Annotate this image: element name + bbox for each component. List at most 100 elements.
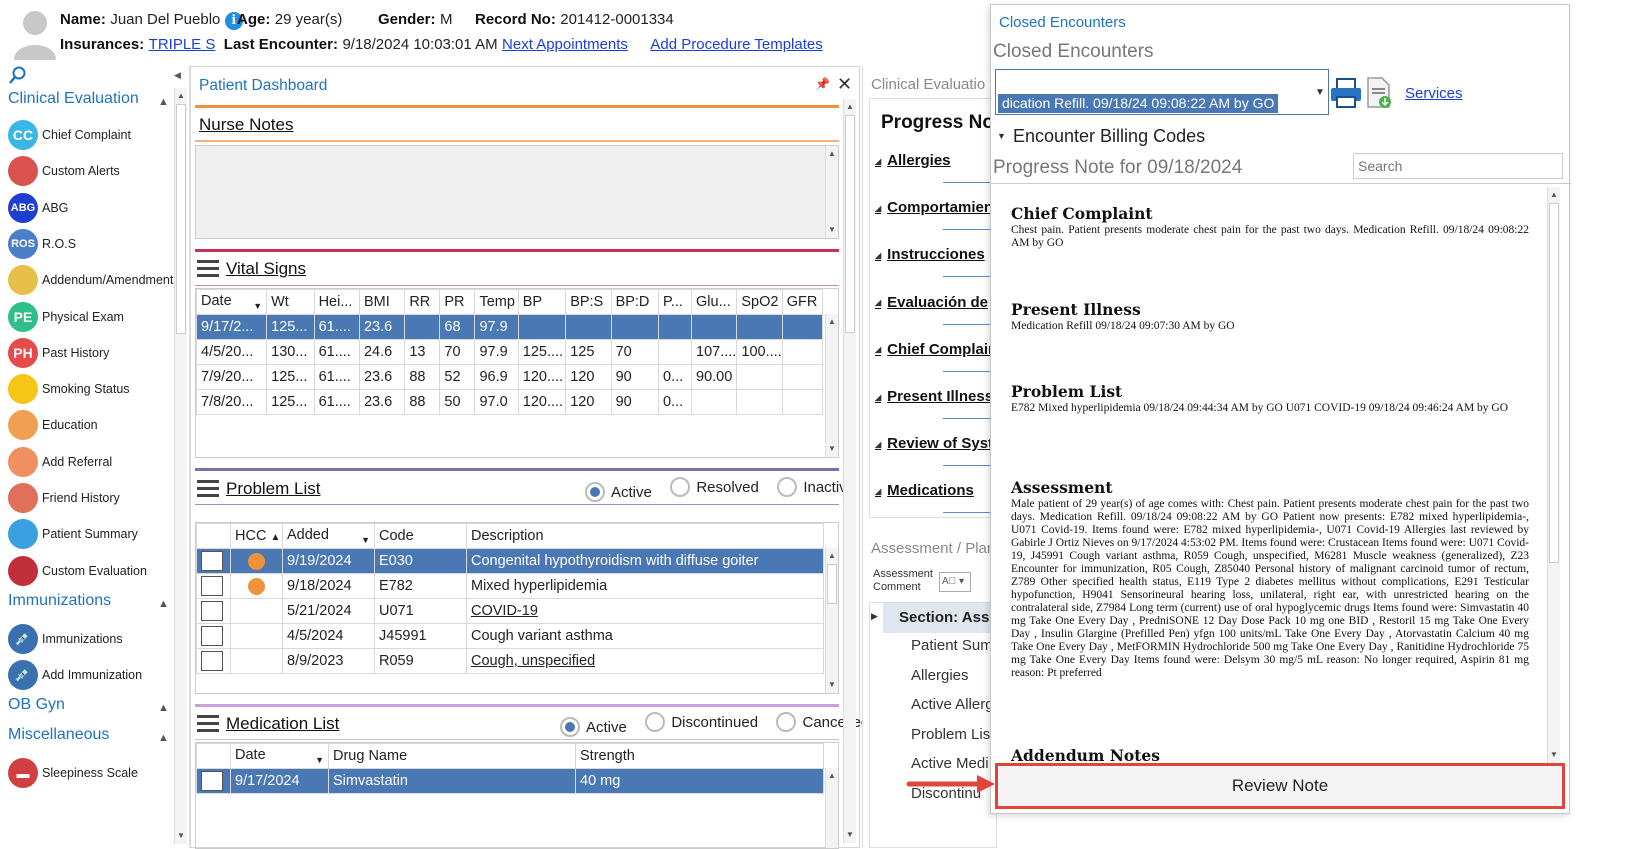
assessment-sub-item[interactable]: Allergies (911, 667, 969, 684)
progress-note-section[interactable]: Instrucciones (875, 246, 985, 263)
scroll-up-icon[interactable]: ▲ (826, 316, 838, 328)
row-checkbox[interactable] (201, 601, 223, 621)
scroll-up-icon[interactable]: ▲ (175, 90, 187, 102)
note-scrollbar[interactable]: ▲ ▼ (1547, 187, 1560, 763)
column-header-vitals[interactable]: RR (404, 289, 441, 315)
row-checkbox[interactable] (201, 576, 223, 596)
column-header-vitals[interactable]: BP:D (610, 289, 660, 315)
collapse-icon[interactable]: ▼ (997, 131, 1006, 141)
scroll-down-icon[interactable]: ▼ (175, 830, 187, 842)
services-link[interactable]: Services (1405, 85, 1463, 102)
column-header-vitals[interactable]: PR (439, 289, 476, 315)
scroll-down-icon[interactable]: ▼ (844, 829, 856, 841)
table-row[interactable]: 4/5/20... 130... 61.... 24.6 13 70 97.9 125....… (196, 339, 824, 365)
scroll-up-icon[interactable]: ▲ (826, 770, 838, 782)
vital-signs-menu-icon[interactable] (197, 260, 219, 278)
row-checkbox[interactable] (201, 551, 223, 571)
section-row[interactable]: Section: Ass (883, 603, 997, 633)
sidebar-item-abg[interactable]: ABG ABG (8, 191, 183, 225)
pin-icon[interactable]: 📌 (815, 77, 830, 91)
sidebar-item-physical-exam[interactable]: PE Physical Exam (8, 300, 183, 334)
sidebar-item-education[interactable]: Education (8, 408, 183, 442)
sidebar-item-immunizations[interactable]: 💉 Immunizations (8, 622, 183, 656)
printer-icon[interactable] (1329, 77, 1363, 109)
column-header-vitals[interactable]: Glu... (690, 289, 738, 315)
nurse-notes-scrollbar[interactable]: ▲ ▼ (825, 146, 838, 238)
column-header-date[interactable]: Date ▼ (230, 743, 329, 769)
table-row[interactable]: 5/21/2024 U071 COVID-19 (196, 598, 824, 624)
progress-note-section[interactable]: Comportamien (875, 199, 993, 216)
assessment-sub-item[interactable]: Active Medi (911, 755, 989, 772)
table-row[interactable]: 7/8/20... 125... 61.... 23.6 88 50 97.0 120....… (196, 389, 824, 415)
problem-list-menu-icon[interactable] (197, 480, 219, 498)
description-cell[interactable]: COVID-19 (466, 598, 824, 624)
section-ob-gyn[interactable]: OB Gyn (8, 696, 65, 714)
chevron-up-icon[interactable]: ▲ (158, 96, 169, 108)
med-filter-active-radio[interactable]: Active (560, 717, 627, 737)
chevron-up-icon[interactable]: ▲ (158, 732, 169, 744)
row-checkbox[interactable] (201, 626, 223, 646)
assessment-comment-dropdown[interactable]: A⃞ ▾ (939, 572, 971, 592)
column-header-vitals[interactable]: GFR (781, 289, 824, 315)
problem-scrollbar[interactable]: ▲ ▼ (825, 548, 838, 693)
close-icon[interactable]: ✕ (837, 74, 852, 95)
table-row[interactable]: 4/5/2024 J45991 Cough variant asthma (196, 623, 824, 649)
insurance-link[interactable]: TRIPLE S (149, 36, 216, 53)
table-row[interactable]: 9/17/2024 Simvastatin 40 mg (196, 768, 824, 794)
section-clinical-evaluation[interactable]: Clinical Evaluation (8, 90, 139, 108)
column-header-vitals[interactable]: P... (658, 289, 692, 315)
column-header-strength[interactable]: Strength (575, 743, 824, 769)
sidebar-item-addendum-amendments[interactable]: Addendum/Amendments (8, 263, 183, 297)
progress-note-section[interactable]: Review of Syst (875, 435, 993, 452)
column-header-vitals[interactable]: BP:S (565, 289, 612, 315)
next-appointments-link[interactable]: Next Appointments (502, 36, 628, 53)
filter-resolved-radio[interactable]: Resolved (670, 477, 759, 497)
section-immunizations[interactable]: Immunizations (8, 592, 111, 610)
sidebar-item-add-referral[interactable]: Add Referral (8, 445, 183, 479)
column-header-code[interactable]: Code (374, 523, 467, 549)
medication-list-menu-icon[interactable] (197, 715, 219, 733)
table-row[interactable]: 8/9/2023 R059 Cough, unspecified (196, 648, 824, 674)
description-cell[interactable]: Cough, unspecified (466, 648, 824, 674)
progress-note-section[interactable]: Medications (875, 482, 974, 499)
document-download-icon[interactable] (1365, 77, 1393, 109)
scroll-down-icon[interactable]: ▼ (826, 224, 838, 236)
chevron-up-icon[interactable]: ▲ (158, 598, 169, 610)
column-header-added[interactable]: Added ▼ (282, 523, 375, 549)
scroll-thumb[interactable] (1549, 203, 1559, 563)
expand-icon[interactable]: ▶ (871, 611, 878, 622)
scroll-thumb[interactable] (827, 564, 837, 604)
vitals-scrollbar[interactable]: ▲ ▼ (825, 314, 838, 457)
scroll-up-icon[interactable]: ▲ (1548, 189, 1560, 201)
column-header-vitals[interactable]: Temp (474, 289, 519, 315)
scroll-thumb[interactable] (845, 115, 855, 333)
sidebar-item-past-history[interactable]: PH Past History (8, 336, 183, 370)
table-row[interactable]: 7/9/20... 125... 61.... 23.6 88 52 96.9 120....… (196, 364, 824, 390)
section-miscellaneous[interactable]: Miscellaneous (8, 726, 109, 744)
column-header-vitals[interactable]: Hei... (313, 289, 360, 315)
med-filter-discontinued-radio[interactable]: Discontinued (645, 712, 758, 732)
table-row[interactable]: 9/18/2024 E782 Mixed hyperlipidemia (196, 573, 824, 599)
scroll-up-icon[interactable]: ▲ (826, 148, 838, 160)
filter-active-radio[interactable]: Active (585, 482, 652, 502)
column-header-vitals[interactable]: SpO2 (736, 289, 783, 315)
sidebar-item-smoking-status[interactable]: Smoking Status (8, 372, 183, 406)
assessment-sub-item[interactable]: Patient Sum (911, 637, 993, 654)
progress-note-section[interactable]: Present Illness (875, 388, 993, 405)
progress-note-section[interactable]: Evaluación de (875, 294, 988, 311)
scroll-down-icon[interactable]: ▼ (826, 443, 838, 455)
collapse-sidebar-icon[interactable]: ◀ (174, 70, 181, 81)
table-row[interactable]: 9/19/2024 E030 Congenital hypothyroidism w… (196, 548, 824, 574)
chevron-up-icon[interactable]: ▲ (158, 702, 169, 714)
column-header-description[interactable]: Description (466, 523, 824, 549)
progress-note-section[interactable]: Allergies (875, 152, 950, 169)
scroll-thumb[interactable] (176, 104, 186, 334)
column-header-hcc[interactable]: HCC ▲ (230, 523, 283, 549)
encounter-select[interactable]: dication Refill. 09/18/24 09:08:22 AM by… (995, 69, 1329, 115)
column-header-vitals[interactable]: Date ▼ (196, 289, 268, 315)
column-header-vitals[interactable]: Wt (266, 289, 315, 315)
assessment-sub-item[interactable]: Problem Lis (911, 726, 990, 743)
sidebar-item-custom-evaluation[interactable]: Custom Evaluation (8, 554, 183, 588)
column-header-vitals[interactable]: BP (517, 289, 567, 315)
sidebar-item-chief-complaint[interactable]: CC Chief Complaint (8, 118, 183, 152)
